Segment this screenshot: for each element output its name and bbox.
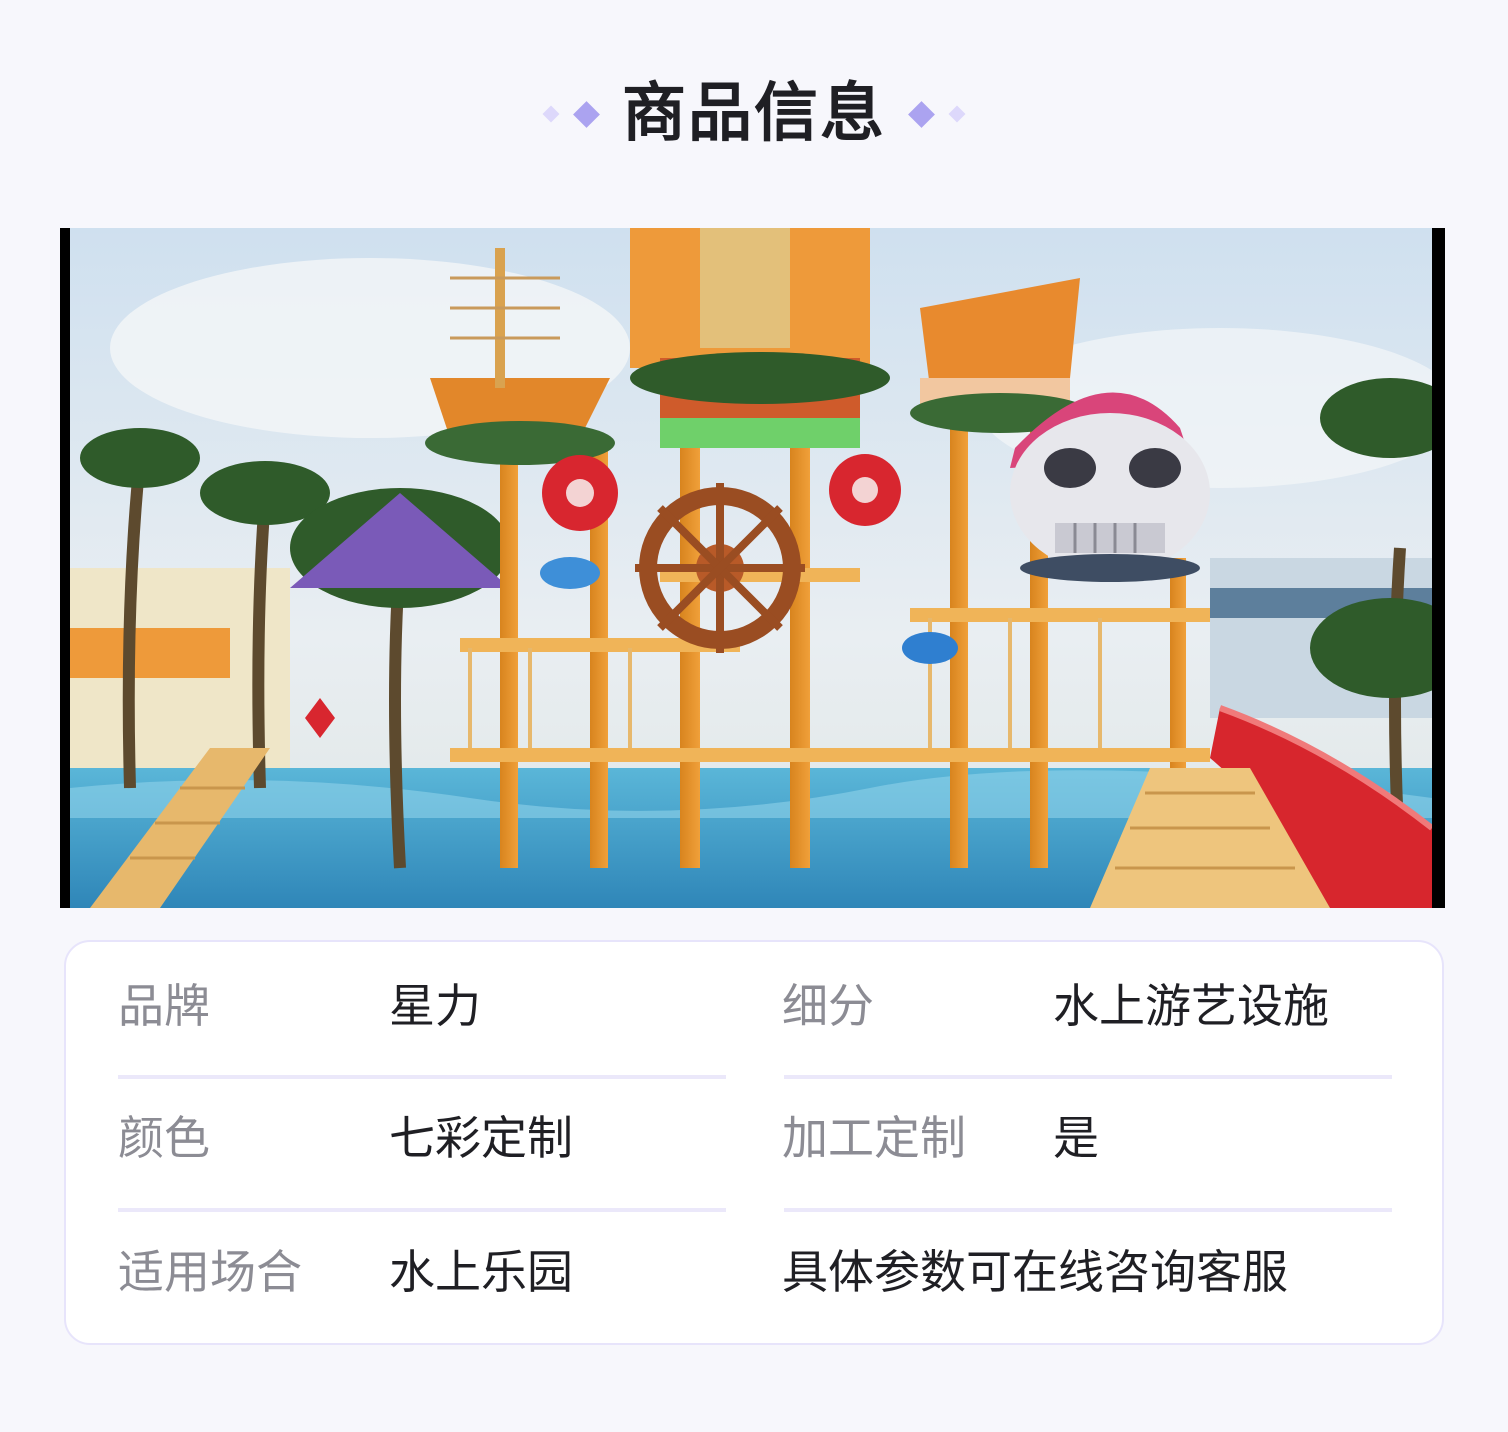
custom-label: 加工定制 [782,1111,966,1165]
category-label: 细分 [782,979,874,1033]
water-park-playground-image [70,228,1432,908]
diamond-decoration-icon [573,100,600,128]
brand-label: 品牌 [118,979,210,1033]
product-image [60,228,1445,908]
row-divider [784,1208,1392,1212]
row-divider [784,1075,1392,1079]
diamond-decoration-icon [542,105,560,123]
category-value: 水上游艺设施 [1053,979,1329,1033]
section-header: 商品信息 [0,72,1508,156]
color-label: 颜色 [118,1111,210,1165]
diamond-decoration-icon [948,105,966,123]
venue-label: 适用场合 [118,1245,302,1299]
consult-note: 具体参数可在线咨询客服 [782,1245,1288,1299]
color-value: 七彩定制 [389,1111,573,1165]
diamond-decoration-icon [908,100,935,128]
product-info-card: 品牌 星力 细分 水上游艺设施 颜色 七彩定制 加工定制 是 适用场合 水上乐园… [64,940,1444,1345]
venue-value: 水上乐园 [389,1245,573,1299]
page-title: 商品信息 [622,77,886,151]
row-divider [118,1208,726,1212]
row-divider [118,1075,726,1079]
custom-value: 是 [1053,1111,1099,1165]
brand-value: 星力 [389,979,481,1033]
